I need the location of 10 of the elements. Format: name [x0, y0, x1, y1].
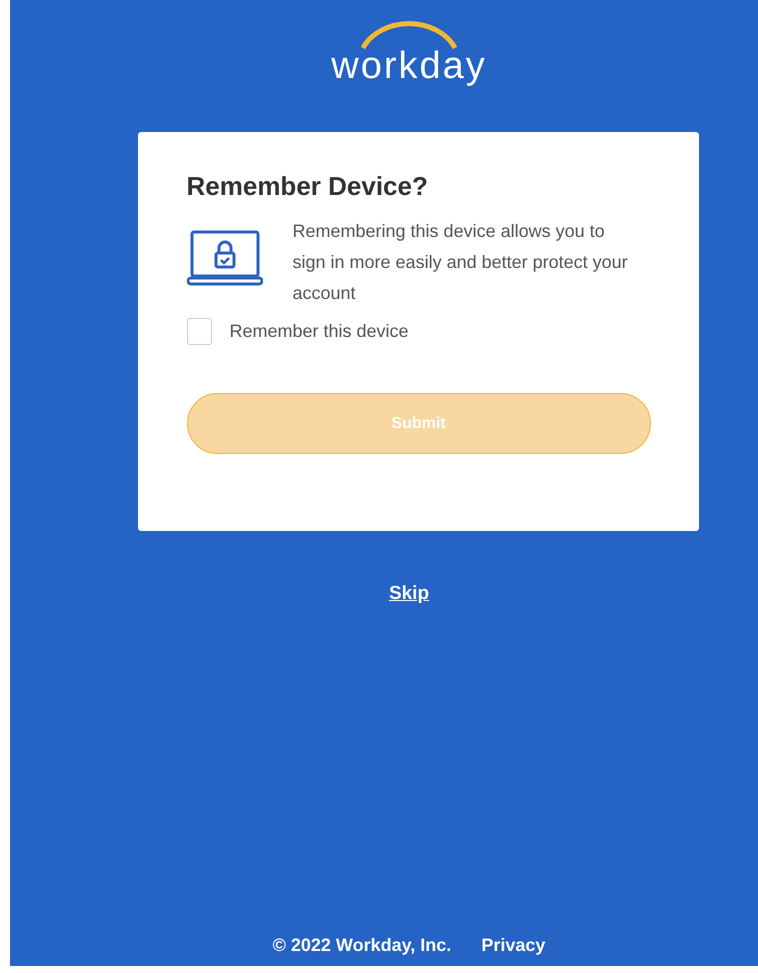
laptop-lock-icon [186, 230, 262, 286]
card-title: Remember Device? [186, 170, 429, 202]
checkbox-label: Remember this device [230, 321, 409, 342]
skip-link[interactable]: Skip [388, 583, 430, 605]
description-text: Remembering this device allows you to sign in more easily and better protect your account [292, 220, 629, 305]
arc-icon [359, 20, 459, 50]
privacy-link[interactable]: Privacy [481, 935, 546, 956]
copyright-text: © 2022 Workday, Inc. [272, 935, 452, 956]
logo-text: workday [331, 46, 487, 86]
remember-checkbox[interactable] [186, 318, 212, 345]
